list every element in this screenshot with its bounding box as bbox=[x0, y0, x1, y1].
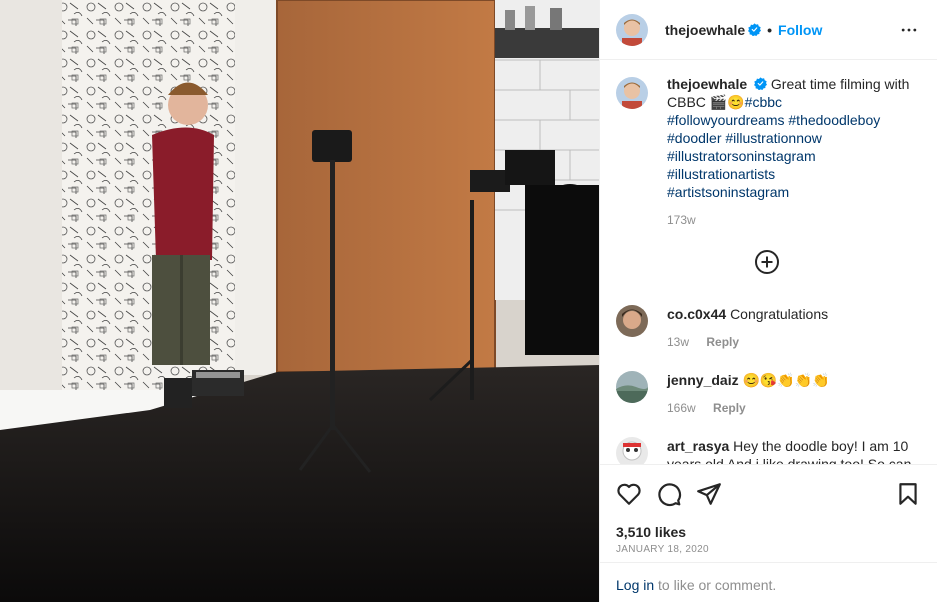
likes-count[interactable]: 3,510 likes bbox=[616, 524, 686, 540]
login-prompt: Log in to like or comment. bbox=[600, 562, 937, 602]
hashtag[interactable]: #illustrationnow bbox=[725, 130, 822, 146]
commenter-avatar[interactable] bbox=[616, 305, 648, 337]
hashtag[interactable]: #artistsoninstagram bbox=[667, 184, 789, 200]
hashtag[interactable]: #cbbc bbox=[745, 94, 782, 110]
heart-icon[interactable] bbox=[616, 481, 642, 507]
commenter-username[interactable]: jenny_daiz bbox=[667, 372, 739, 388]
post-side-panel: thejoewhale • Follow thejoewhale Great t… bbox=[599, 0, 937, 602]
comment-timestamp[interactable]: 166w bbox=[667, 401, 696, 415]
login-link[interactable]: Log in bbox=[616, 577, 654, 593]
load-more-comments-icon[interactable] bbox=[754, 249, 780, 275]
commenter-avatar[interactable] bbox=[616, 371, 648, 403]
more-options-icon[interactable] bbox=[899, 20, 919, 40]
post-header: thejoewhale • Follow bbox=[600, 0, 937, 60]
post-caption: thejoewhale Great time filming with CBBC… bbox=[616, 75, 922, 229]
hashtag[interactable]: #illustrationartists bbox=[667, 166, 775, 182]
comments-section[interactable]: thejoewhale Great time filming with CBBC… bbox=[600, 61, 937, 464]
hashtag[interactable]: #thedoodleboy bbox=[788, 112, 880, 128]
caption-timestamp[interactable]: 173w bbox=[667, 213, 696, 227]
caption-avatar[interactable] bbox=[616, 77, 648, 109]
post-actions-bar: 3,510 likes JANUARY 18, 2020 Log in to l… bbox=[600, 464, 937, 602]
hashtag[interactable]: #followyourdreams bbox=[667, 112, 785, 128]
share-icon[interactable] bbox=[696, 481, 722, 507]
follow-button[interactable]: Follow bbox=[778, 22, 822, 38]
comment-item: jenny_daiz 😊😘👏👏👏 166w Reply bbox=[616, 371, 922, 417]
comment-item: co.c0x44 Congratulations 13w Reply bbox=[616, 305, 922, 351]
commenter-username[interactable]: co.c0x44 bbox=[667, 306, 726, 322]
comment-timestamp[interactable]: 13w bbox=[667, 335, 689, 349]
reply-button[interactable]: Reply bbox=[713, 401, 746, 415]
comment-item: art_rasya Hey the doodle boy! I am 10 ye… bbox=[616, 437, 922, 464]
commenter-username[interactable]: art_rasya bbox=[667, 438, 729, 454]
hashtag[interactable]: #doodler bbox=[667, 130, 722, 146]
login-suffix: to like or comment. bbox=[654, 577, 777, 593]
commenter-avatar[interactable] bbox=[616, 437, 648, 464]
caption-username[interactable]: thejoewhale bbox=[667, 76, 747, 92]
comment-text: Congratulations bbox=[730, 306, 829, 322]
verified-badge-icon bbox=[748, 23, 762, 36]
reply-button[interactable]: Reply bbox=[706, 335, 739, 349]
separator-dot: • bbox=[767, 21, 773, 38]
hashtag[interactable]: #illustratorsoninstagram bbox=[667, 148, 816, 164]
post-image bbox=[0, 0, 599, 602]
verified-badge-icon bbox=[754, 77, 768, 90]
comment-text: 😊😘👏👏👏 bbox=[742, 372, 830, 388]
post-date[interactable]: JANUARY 18, 2020 bbox=[616, 544, 709, 555]
author-username[interactable]: thejoewhale bbox=[665, 22, 745, 38]
bookmark-icon[interactable] bbox=[895, 481, 921, 507]
comment-icon[interactable] bbox=[656, 481, 682, 507]
author-avatar[interactable] bbox=[616, 13, 648, 46]
post-photo[interactable] bbox=[0, 0, 599, 602]
